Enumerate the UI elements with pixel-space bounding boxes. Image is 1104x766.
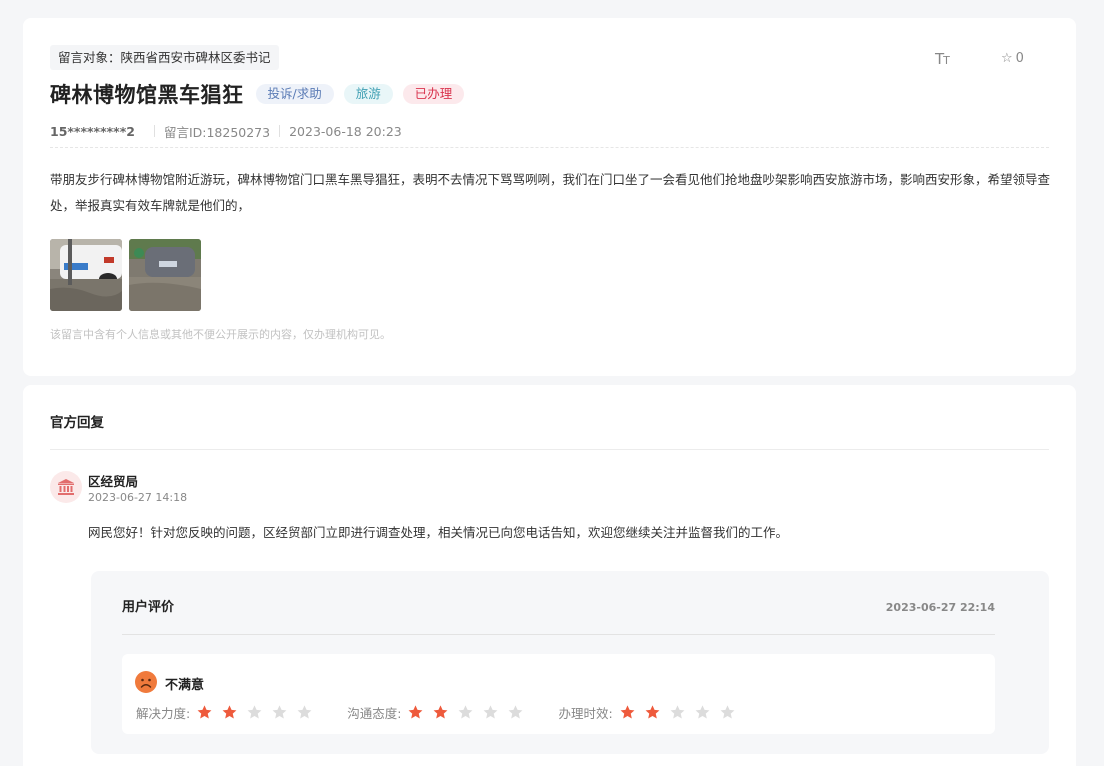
divider	[50, 147, 1049, 148]
photo-gallery	[50, 239, 201, 311]
user-phone: 15*********2	[50, 123, 135, 139]
star-filled-icon	[433, 704, 448, 718]
star-filled-icon	[197, 704, 212, 718]
score-resolution: 解决力度:	[136, 703, 321, 722]
evaluation-title: 用户评价	[122, 600, 175, 615]
divider	[153, 125, 155, 137]
user-evaluation: 用户评价 2023-06-27 22:14 不满意 解决力度: 沟通态度: 办理…	[91, 571, 1049, 754]
divider	[50, 449, 1049, 450]
star-empty-icon	[720, 704, 735, 718]
star-empty-icon	[483, 704, 498, 718]
star-rating	[407, 704, 532, 721]
message-content: 带朋友步行碑林博物馆附近游玩，碑林博物馆门口黑车黑导猖狂，表明不去情况下骂骂咧咧…	[50, 172, 1051, 213]
reply-card: 官方回复 区经贸局 2023-06-27 14:18 网民您好！针对您反映的问题…	[23, 385, 1076, 766]
department-name: 区经贸局	[88, 474, 139, 489]
score-label: 沟通态度:	[347, 705, 402, 721]
star-empty-icon	[508, 704, 523, 718]
score-label: 办理时效:	[558, 705, 613, 721]
unhappy-face-icon	[135, 671, 157, 693]
page-title: 碑林博物馆黑车猖狂	[50, 83, 244, 107]
reply-text: 网民您好！针对您反映的问题，区经贸部门立即进行调查处理，相关情况已向您电话告知，…	[88, 525, 789, 540]
score-communication: 沟通态度:	[347, 703, 532, 722]
privacy-note: 该留言中含有个人信息或其他不便公开展示的内容，仅办理机构可见。	[50, 328, 391, 341]
status-badge: 已办理	[402, 84, 465, 104]
font-size-icon[interactable]: TT	[935, 50, 950, 70]
title-row: 碑林博物馆黑车猖狂 投诉/求助 旅游 已办理	[50, 79, 474, 109]
star-filled-icon	[645, 704, 660, 718]
score-list: 解决力度: 沟通态度: 办理时效:	[136, 702, 770, 722]
tag-category[interactable]: 投诉/求助	[255, 84, 334, 104]
star-rating	[196, 704, 321, 721]
star-empty-icon	[297, 704, 312, 718]
star-filled-icon	[620, 704, 635, 718]
government-building-icon	[50, 471, 82, 503]
star-empty-icon	[272, 704, 287, 718]
message-target: 留言对象：陕西省西安市碑林区委书记	[50, 45, 279, 70]
divider	[122, 634, 995, 635]
star-filled-icon	[408, 704, 423, 718]
reply-time: 2023-06-27 14:18	[88, 491, 188, 504]
message-time: 2023-06-18 20:23	[289, 123, 402, 139]
photo-thumbnail[interactable]	[129, 239, 201, 311]
message-meta: 15*********2 留言ID:18250273 2023-06-18 20…	[50, 123, 402, 140]
star-empty-icon	[670, 704, 685, 718]
evaluation-detail: 不满意 解决力度: 沟通态度: 办理时效:	[122, 654, 995, 734]
star-filled-icon	[222, 704, 237, 718]
star-outline-icon: ☆	[1001, 51, 1013, 66]
evaluation-time: 2023-06-27 22:14	[885, 601, 995, 614]
divider	[279, 125, 281, 137]
star-rating	[619, 704, 744, 721]
mood-label: 不满意	[165, 678, 205, 693]
score-label: 解决力度:	[136, 705, 191, 721]
reply-heading: 官方回复	[50, 415, 104, 431]
favorite-button[interactable]: ☆ 0	[1001, 50, 1024, 68]
tag-domain[interactable]: 旅游	[343, 84, 393, 104]
photo-thumbnail[interactable]	[50, 239, 122, 311]
score-timeliness: 办理时效:	[558, 703, 743, 722]
star-empty-icon	[247, 704, 262, 718]
star-empty-icon	[695, 704, 710, 718]
star-empty-icon	[458, 704, 473, 718]
favorite-count: 0	[1015, 51, 1024, 66]
message-card: 留言对象：陕西省西安市碑林区委书记 TT ☆ 0 碑林博物馆黑车猖狂 投诉/求助 …	[23, 18, 1076, 376]
message-id: 留言ID:18250273	[163, 124, 271, 140]
